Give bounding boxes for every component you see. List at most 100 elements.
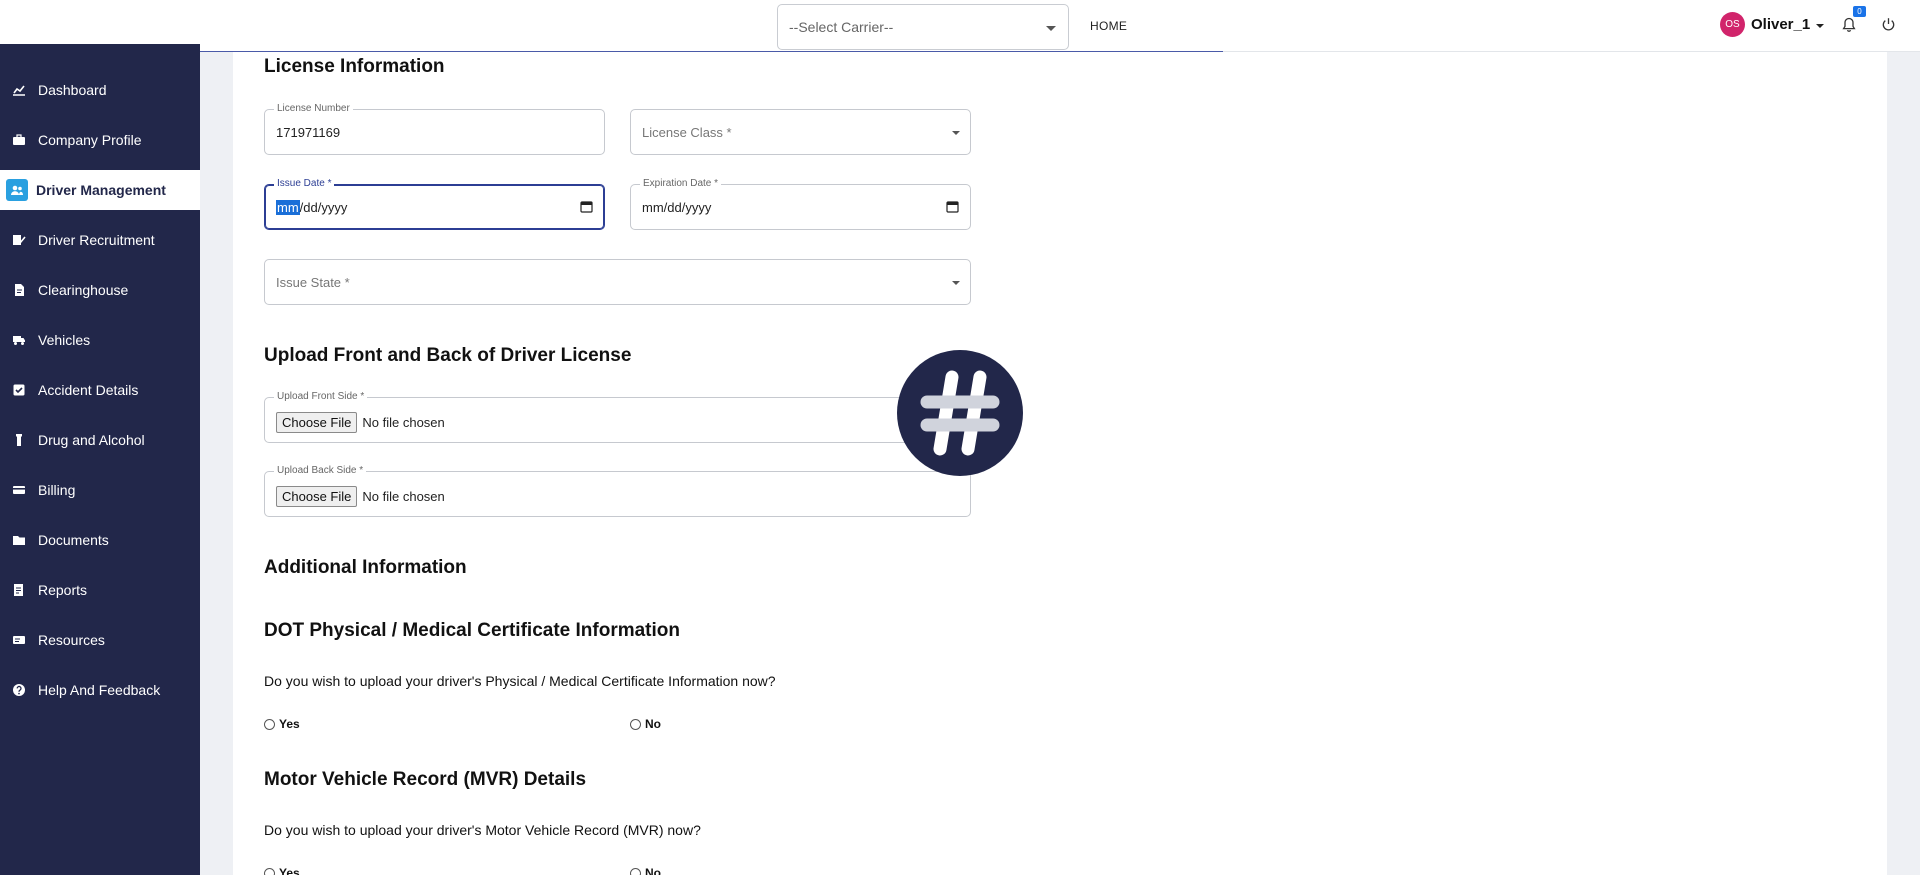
sidebar-item-label: Help And Feedback: [38, 682, 161, 698]
sidebar-item-label: Drug and Alcohol: [38, 432, 145, 448]
upload-front-input: Choose File No file chosen: [276, 412, 445, 433]
license-number-value: 171971169: [276, 125, 341, 140]
sidebar-item-resources[interactable]: Resources: [0, 620, 200, 660]
top-bar: --Select Carrier-- HOME OS Oliver_1 0: [0, 0, 1920, 52]
sidebar-item-label: Resources: [38, 632, 105, 648]
question-icon: [10, 681, 28, 699]
dot-yes-label: Yes: [279, 717, 300, 731]
upload-front-label: Upload Front Side *: [274, 391, 368, 403]
sidebar-item-dashboard[interactable]: Dashboard: [0, 70, 200, 110]
home-link[interactable]: HOME: [1090, 19, 1127, 33]
sidebar-item-driver-management[interactable]: Driver Management: [0, 170, 200, 210]
chart-icon: [10, 81, 28, 99]
expiration-date-field[interactable]: Expiration Date * mm/dd/yyyy: [630, 178, 971, 230]
dot-question: Do you wish to upload your driver's Phys…: [264, 673, 776, 689]
license-information-heading: License Information: [264, 56, 445, 77]
chevron-down-icon: [952, 131, 960, 135]
sidebar-item-drug-and-alcohol[interactable]: Drug and Alcohol: [0, 420, 200, 460]
sidebar-item-clearinghouse[interactable]: Clearinghouse: [0, 270, 200, 310]
dot-yes-option[interactable]: Yes: [264, 717, 300, 731]
sidebar-item-label: Reports: [38, 582, 88, 598]
sidebar-item-label: Billing: [38, 482, 76, 498]
sidebar-item-help-and-feedback[interactable]: Help And Feedback: [0, 670, 200, 710]
mvr-heading: Motor Vehicle Record (MVR) Details: [264, 769, 587, 790]
radio-button[interactable]: [630, 867, 641, 875]
chevron-down-icon: [1046, 26, 1056, 31]
issue-date-label: Issue Date *: [274, 178, 335, 190]
dot-no-label: No: [645, 717, 661, 731]
sidebar-item-label: Clearinghouse: [38, 282, 129, 298]
briefcase-icon: [10, 131, 28, 149]
sidebar-item-label: Dashboard: [38, 82, 107, 98]
dot-physical-heading: DOT Physical / Medical Certificate Infor…: [264, 620, 680, 641]
sidebar-item-label: Documents: [38, 532, 109, 548]
main-content: [233, 52, 1887, 875]
upload-front-field[interactable]: Upload Front Side * Choose File No file …: [264, 391, 971, 443]
sidebar-item-driver-recruitment[interactable]: Driver Recruitment: [0, 220, 200, 260]
sidebar-item-label: Driver Recruitment: [38, 232, 155, 248]
power-icon[interactable]: [1881, 17, 1896, 32]
avatar: OS: [1720, 12, 1745, 37]
issue-state-placeholder: Issue State *: [276, 275, 350, 290]
license-class-placeholder: License Class *: [642, 125, 732, 140]
mvr-no-option[interactable]: No: [630, 866, 661, 875]
bottle-icon: [10, 431, 28, 449]
sidebar-item-label: Driver Management: [36, 182, 166, 198]
license-class-select[interactable]: License Class *: [630, 109, 971, 155]
expiration-date-label: Expiration Date *: [640, 178, 722, 190]
id-card-icon: [10, 631, 28, 649]
upload-back-input: Choose File No file chosen: [276, 486, 445, 507]
upload-back-field[interactable]: Upload Back Side * Choose File No file c…: [264, 465, 971, 517]
sidebar-item-vehicles[interactable]: Vehicles: [0, 320, 200, 360]
bell-icon[interactable]: [1842, 17, 1856, 33]
user-menu[interactable]: OS Oliver_1: [1720, 12, 1825, 37]
mvr-yes-option[interactable]: Yes: [264, 866, 300, 875]
issue-date-value: mm/dd/yyyy: [276, 200, 347, 215]
sidebar-item-label: Company Profile: [38, 132, 142, 148]
dot-no-option[interactable]: No: [630, 717, 661, 731]
chevron-down-icon: [952, 281, 960, 285]
document-icon: [10, 281, 28, 299]
sidebar-item-company-profile[interactable]: Company Profile: [0, 120, 200, 160]
radio-button[interactable]: [630, 718, 641, 730]
issue-date-month-segment[interactable]: mm: [276, 200, 300, 215]
carrier-select[interactable]: --Select Carrier--: [777, 4, 1069, 50]
license-number-field[interactable]: License Number 171971169: [264, 103, 605, 155]
mvr-no-label: No: [645, 866, 661, 875]
check-square-icon: [10, 381, 28, 399]
choose-file-button[interactable]: Choose File: [276, 486, 358, 507]
mvr-question: Do you wish to upload your driver's Moto…: [264, 822, 701, 838]
additional-information-heading: Additional Information: [264, 557, 467, 578]
choose-file-button[interactable]: Choose File: [276, 412, 358, 433]
sidebar-item-label: Accident Details: [38, 382, 139, 398]
notification-badge: 0: [1853, 6, 1866, 17]
issue-state-select[interactable]: Issue State *: [264, 259, 971, 305]
radio-button[interactable]: [264, 718, 275, 730]
sidebar-item-documents[interactable]: Documents: [0, 520, 200, 560]
license-number-label: License Number: [274, 103, 353, 115]
sidebar-item-accident-details[interactable]: Accident Details: [0, 370, 200, 410]
upload-back-label: Upload Back Side *: [274, 465, 367, 477]
slack-logo-icon[interactable]: [897, 350, 1023, 476]
sidebar-item-label: Vehicles: [38, 332, 91, 348]
issue-date-rest: /dd/yyyy: [299, 200, 348, 215]
file-status: No file chosen: [362, 415, 445, 430]
folder-icon: [10, 531, 28, 549]
user-name: Oliver_1: [1751, 16, 1811, 33]
caret-down-icon: [1816, 23, 1825, 28]
calendar-icon[interactable]: [946, 200, 959, 213]
sidebar-item-reports[interactable]: Reports: [0, 570, 200, 610]
radio-button[interactable]: [264, 867, 275, 875]
file-status: No file chosen: [362, 489, 445, 504]
issue-date-field[interactable]: Issue Date * mm/dd/yyyy: [264, 178, 605, 230]
edit-icon: [10, 231, 28, 249]
carrier-select-value: --Select Carrier--: [789, 19, 894, 35]
sidebar-item-billing[interactable]: Billing: [0, 470, 200, 510]
expiration-date-value: mm/dd/yyyy: [642, 200, 712, 215]
report-icon: [10, 581, 28, 599]
calendar-icon[interactable]: [580, 200, 593, 213]
truck-icon: [10, 331, 28, 349]
upload-license-heading: Upload Front and Back of Driver License: [264, 345, 632, 366]
credit-card-icon: [10, 481, 28, 499]
sidebar: Dashboard Company Profile Driver Managem…: [0, 44, 200, 875]
